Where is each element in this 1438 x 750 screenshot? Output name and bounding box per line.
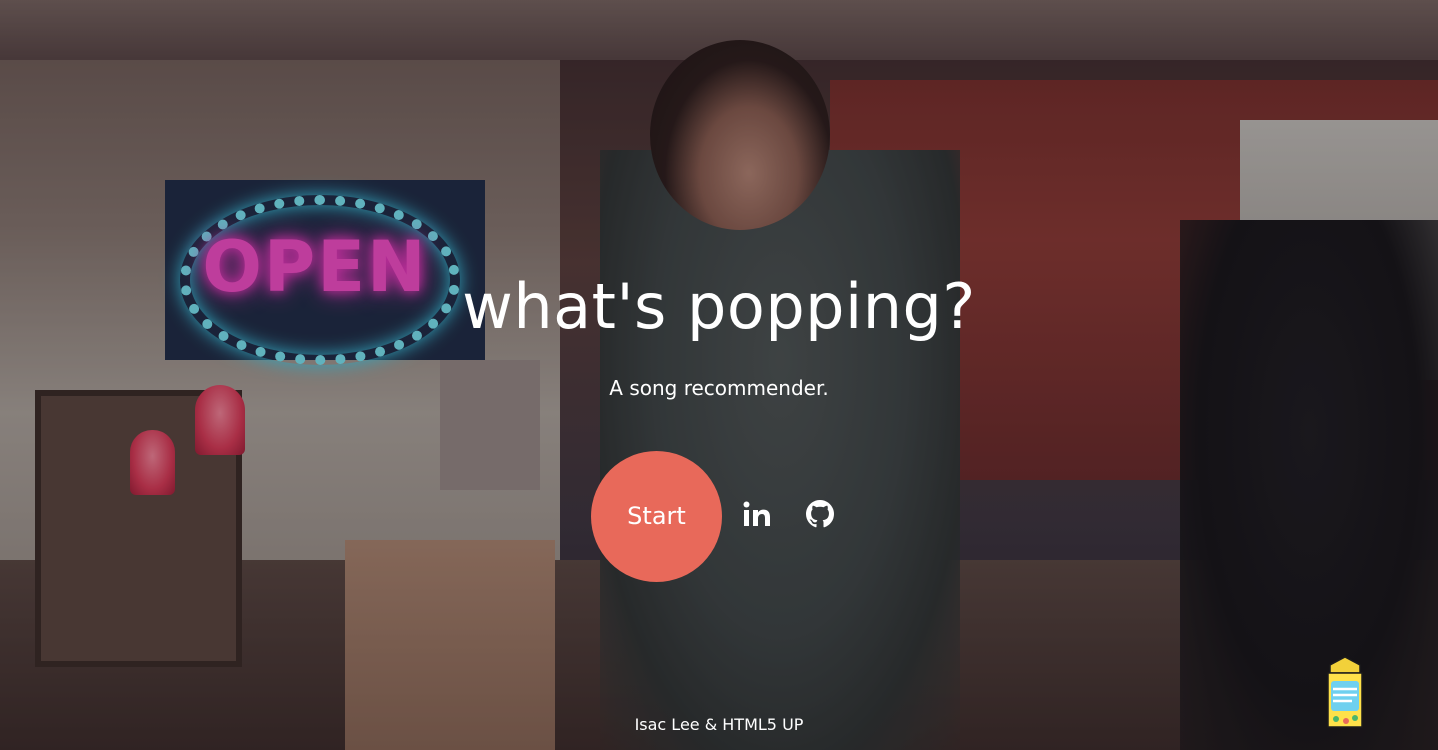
linkedin-link[interactable] — [739, 498, 775, 534]
github-icon — [806, 500, 834, 532]
github-link[interactable] — [802, 498, 838, 534]
action-bar: Start — [591, 450, 838, 582]
page-subtitle: A song recommender. — [609, 376, 829, 400]
hero-section: what's popping? A song recommender. Star… — [0, 0, 1438, 750]
footer-credit: Isac Lee & HTML5 UP — [634, 715, 804, 734]
page-title: what's popping? — [462, 270, 976, 343]
juice-carton-logo — [1322, 655, 1368, 731]
start-button[interactable]: Start — [591, 450, 722, 582]
linkedin-icon — [743, 501, 771, 532]
